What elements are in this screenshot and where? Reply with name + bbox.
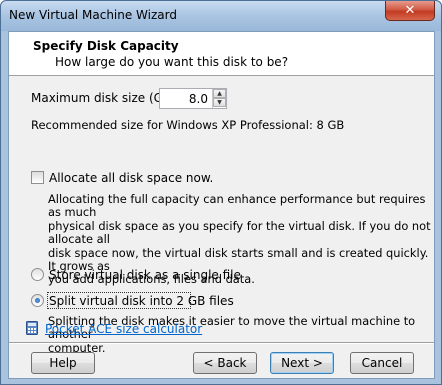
help-button[interactable]: Help (31, 352, 95, 374)
disk-size-spinner[interactable]: 8.0 ▲ ▼ (159, 88, 227, 109)
close-button[interactable]: ✕ (385, 1, 435, 21)
radio-selected-dot (35, 298, 40, 303)
spinner-buttons: ▲ ▼ (212, 89, 226, 108)
arrow-up-icon: ▲ (217, 90, 222, 97)
back-button[interactable]: < Back (193, 352, 257, 374)
close-icon: ✕ (404, 3, 416, 18)
back-button-label: < Back (203, 356, 247, 370)
wizard-header: Specify Disk Capacity How large do you w… (9, 32, 434, 76)
page-title: Specify Disk Capacity (33, 39, 179, 53)
window-title: New Virtual Machine Wizard (9, 8, 177, 22)
next-button-label: Next > (281, 356, 323, 370)
arrow-down-icon: ▼ (217, 99, 222, 106)
spin-down-button[interactable]: ▼ (213, 98, 226, 107)
allocate-description-line: Allocating the full capacity can enhance… (48, 192, 426, 220)
disk-size-input[interactable]: 8.0 (189, 92, 208, 106)
split-files-label[interactable]: Split virtual disk into 2 GB files (49, 294, 234, 308)
spin-up-button[interactable]: ▲ (213, 89, 226, 98)
recommended-size-text: Recommended size for Windows XP Professi… (31, 118, 345, 132)
wizard-window: New Virtual Machine Wizard ✕ Specify Dis… (0, 0, 442, 385)
single-file-radio[interactable] (31, 268, 44, 281)
single-file-label[interactable]: Store virtual disk as a single file (49, 268, 241, 282)
size-calculator-link[interactable]: Pocket ACE size calculator (45, 322, 202, 336)
allocate-checkbox[interactable] (31, 171, 44, 184)
next-button[interactable]: Next > (270, 352, 334, 374)
help-button-label: Help (49, 356, 77, 370)
split-files-radio[interactable] (31, 294, 44, 307)
wizard-body: Specify Disk Capacity How large do you w… (8, 31, 435, 379)
footer-divider (9, 342, 434, 344)
cancel-button[interactable]: Cancel (350, 352, 414, 374)
allocate-label[interactable]: Allocate all disk space now. (49, 171, 213, 185)
title-bar[interactable]: New Virtual Machine Wizard ✕ (1, 1, 441, 31)
page-subtitle: How large do you want this disk to be? (55, 55, 289, 69)
calculator-icon (26, 321, 38, 335)
disk-size-label: Maximum disk size (GB): (31, 91, 180, 105)
allocate-description-line: physical disk space as you specify for t… (48, 218, 431, 247)
cancel-button-label: Cancel (361, 356, 403, 370)
